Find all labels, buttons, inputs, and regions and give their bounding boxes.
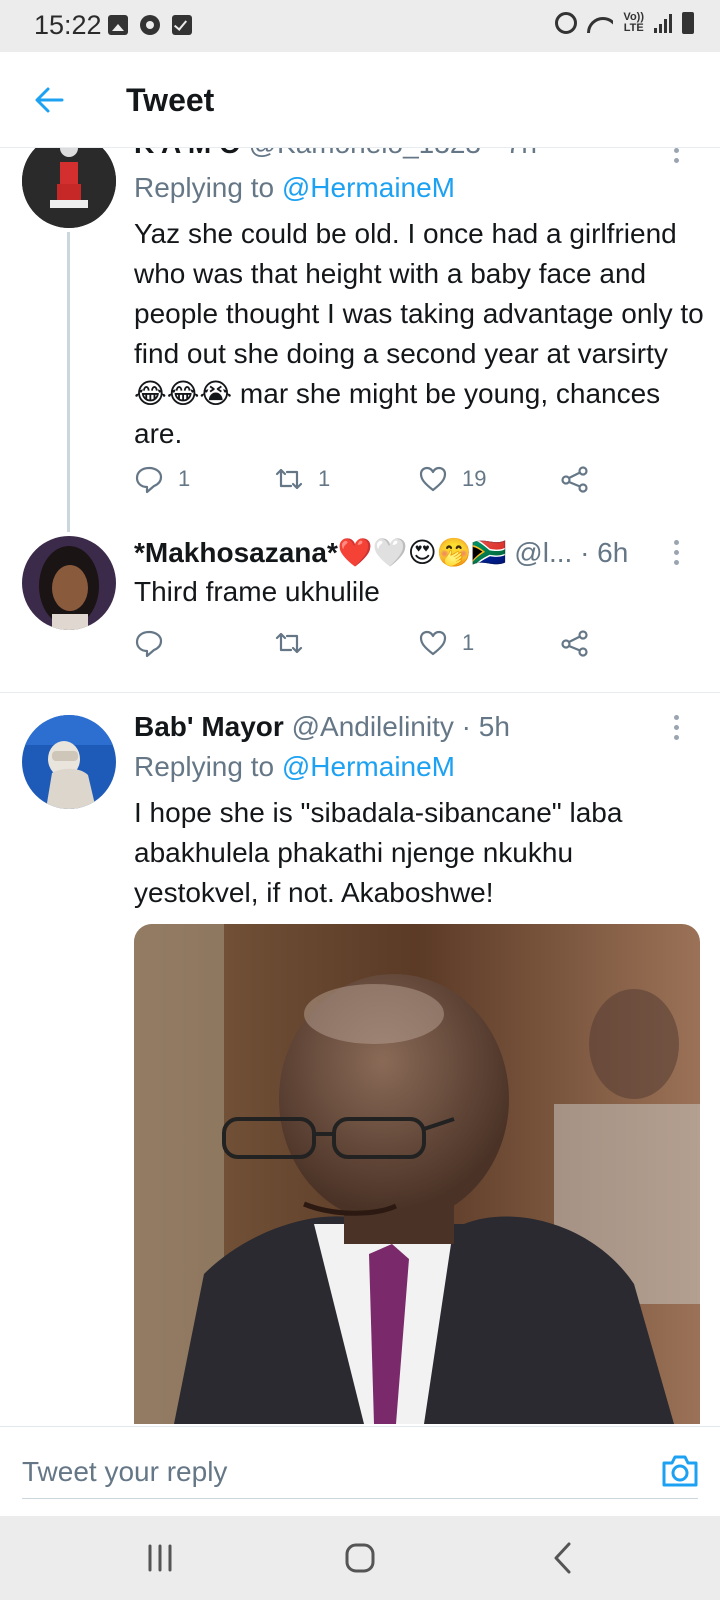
more-options-icon[interactable] bbox=[674, 540, 680, 570]
tweet-reply-input[interactable] bbox=[22, 1445, 698, 1499]
timestamp: 5h bbox=[478, 711, 510, 742]
replying-to-handle[interactable]: @HermaineM bbox=[282, 172, 455, 203]
replying-to-handle[interactable]: @HermaineM bbox=[282, 751, 455, 782]
back-arrow-icon[interactable] bbox=[34, 85, 64, 115]
retweet-icon bbox=[275, 632, 303, 654]
tweet-text: Yaz she could be old. I once had a girlf… bbox=[134, 218, 704, 449]
replying-to: Replying to @HermaineM bbox=[134, 751, 456, 782]
battery-icon bbox=[682, 12, 694, 34]
camera-icon[interactable] bbox=[660, 1453, 700, 1489]
reply-icon bbox=[135, 630, 163, 658]
display-name[interactable]: K A M O bbox=[134, 148, 241, 159]
display-name[interactable]: Bab' Mayor bbox=[134, 711, 284, 742]
gear-notification-icon bbox=[140, 15, 160, 35]
tweet[interactable]: *Makhosazana*❤️🤍😍🤭🇿🇦 @l... · 6h Third fr… bbox=[0, 528, 720, 678]
photo-image bbox=[134, 924, 700, 1424]
avatar-image bbox=[22, 148, 116, 228]
volte-lte-icon: Vo)) LTE bbox=[623, 11, 644, 34]
replying-to: Replying to @HermaineM bbox=[134, 172, 456, 203]
tweet-media-photo[interactable] bbox=[134, 924, 700, 1424]
thread-line bbox=[67, 232, 70, 532]
like-button[interactable]: 1 bbox=[418, 628, 474, 658]
more-options-icon[interactable] bbox=[674, 148, 680, 168]
like-button[interactable]: 19 bbox=[418, 464, 486, 494]
alarm-icon bbox=[555, 12, 578, 34]
reply-icon bbox=[135, 466, 163, 494]
retweet-count: 1 bbox=[318, 466, 331, 491]
like-count: 1 bbox=[462, 630, 475, 655]
avatar-image bbox=[22, 536, 116, 630]
avatar-image bbox=[22, 715, 116, 809]
handle[interactable]: @Andilelinity bbox=[292, 711, 454, 742]
system-navigation-bar bbox=[0, 1516, 720, 1600]
notification-icons bbox=[108, 15, 192, 35]
signal-icon bbox=[654, 13, 672, 33]
tweet-actions: 1 bbox=[134, 628, 604, 664]
avatar[interactable] bbox=[22, 715, 116, 809]
timestamp: 6h bbox=[597, 537, 629, 568]
status-time: 15:22 bbox=[34, 10, 102, 40]
tweet-text: I hope she is "sibadala-sibancane" laba … bbox=[134, 797, 623, 908]
tweet-header: K A M O @Kamohelo_1323 · 7h bbox=[134, 148, 660, 160]
tweet-header: *Makhosazana*❤️🤍😍🤭🇿🇦 @l... · 6h bbox=[134, 537, 629, 568]
home-icon[interactable] bbox=[340, 1538, 380, 1578]
status-bar: 15:22 Vo)) LTE bbox=[0, 0, 720, 52]
reply-button[interactable]: 1 bbox=[134, 464, 190, 494]
page-title: Tweet bbox=[126, 82, 215, 118]
share-button[interactable] bbox=[560, 628, 590, 658]
tweet[interactable]: K A M O @Kamohelo_1323 · 7h Replying to … bbox=[0, 148, 720, 532]
reply-feed[interactable]: K A M O @Kamohelo_1323 · 7h Replying to … bbox=[0, 148, 720, 1426]
share-icon bbox=[561, 630, 588, 657]
reply-count: 1 bbox=[178, 466, 191, 491]
avatar[interactable] bbox=[22, 148, 116, 228]
heart-icon bbox=[419, 630, 447, 656]
timestamp: 7h bbox=[506, 148, 537, 159]
reply-composer-bar bbox=[0, 1426, 720, 1516]
heart-icon bbox=[419, 466, 447, 492]
system-icons: Vo)) LTE bbox=[555, 12, 694, 34]
handle[interactable]: @Kamohelo_1323 bbox=[249, 148, 481, 159]
like-count: 19 bbox=[462, 466, 487, 491]
retweet-button[interactable] bbox=[274, 628, 318, 658]
tweet-text: Third frame ukhulile bbox=[134, 576, 380, 607]
retweet-icon bbox=[275, 468, 303, 490]
display-name[interactable]: *Makhosazana*❤️🤍😍🤭🇿🇦 bbox=[134, 537, 507, 568]
back-nav-icon[interactable] bbox=[544, 1538, 584, 1578]
share-icon bbox=[561, 466, 588, 493]
image-notification-icon bbox=[108, 15, 128, 35]
app-header: Tweet bbox=[0, 52, 720, 148]
tweet-actions: 1 1 19 bbox=[134, 464, 604, 500]
avatar[interactable] bbox=[22, 536, 116, 630]
checkbox-notification-icon bbox=[172, 15, 192, 35]
reply-button[interactable] bbox=[134, 628, 178, 658]
more-options-icon[interactable] bbox=[674, 715, 680, 745]
handle[interactable]: @l... bbox=[514, 537, 572, 568]
retweet-button[interactable]: 1 bbox=[274, 464, 330, 494]
wifi-icon bbox=[587, 13, 614, 33]
share-button[interactable] bbox=[560, 464, 590, 494]
recent-apps-icon[interactable] bbox=[140, 1538, 180, 1578]
tweet-header: Bab' Mayor @Andilelinity · 5h bbox=[134, 711, 510, 742]
